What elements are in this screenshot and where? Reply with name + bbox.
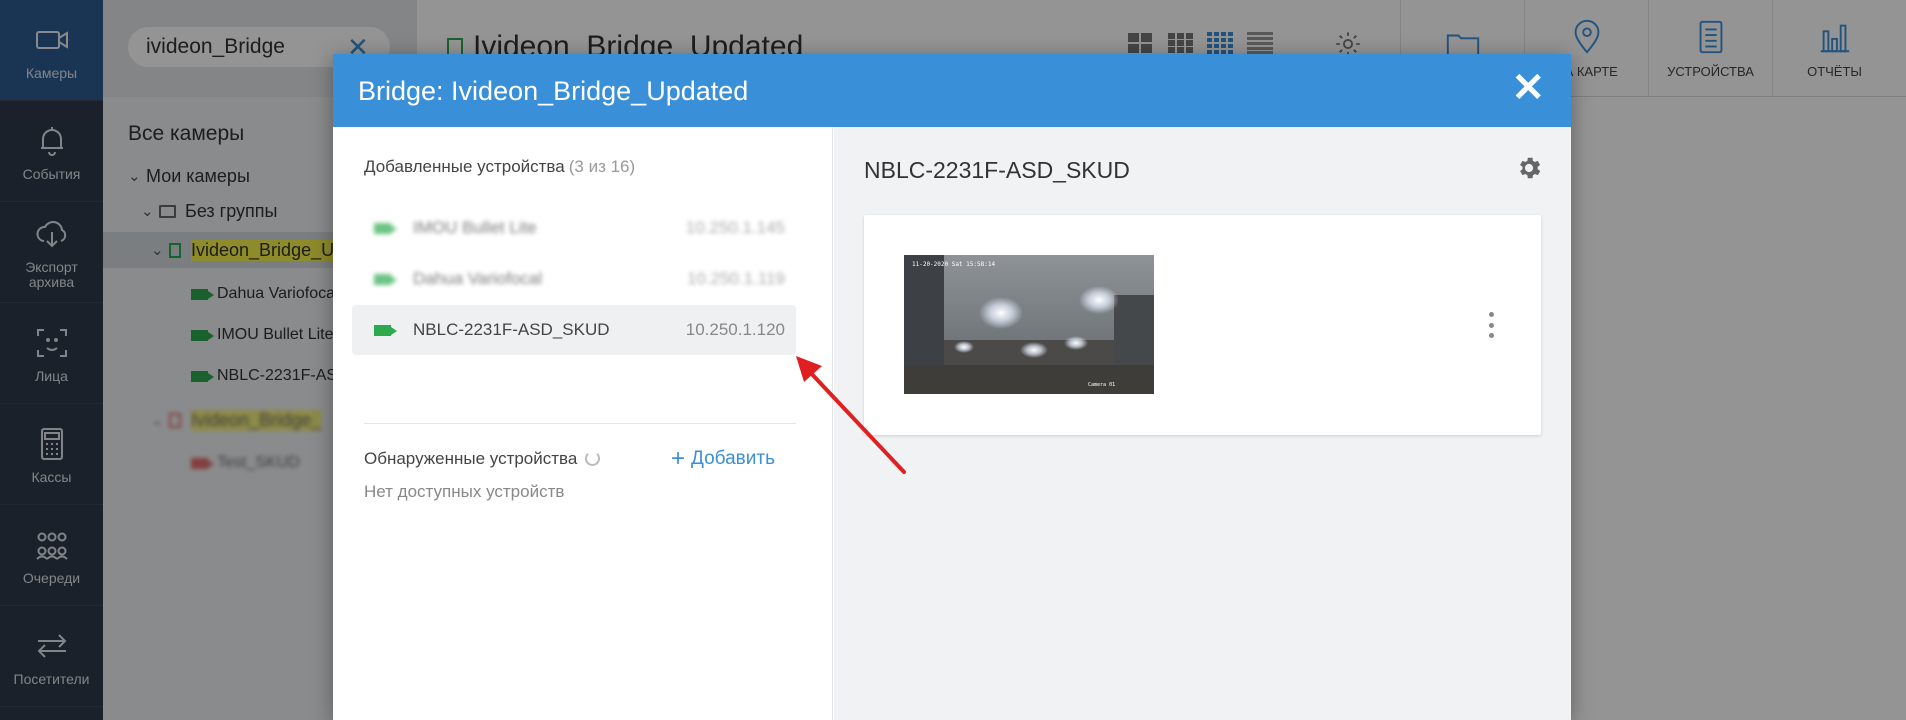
device-row[interactable]: Dahua Variofocal 10.250.1.119 xyxy=(352,254,796,304)
added-devices-label: Добавленные устройства xyxy=(364,157,565,176)
camera-online-icon xyxy=(374,222,397,234)
discovered-devices-title: Обнаруженные устройства xyxy=(364,449,601,469)
device-name: NBLC-2231F-ASD_SKUD xyxy=(413,320,610,339)
loading-spinner-icon xyxy=(585,451,601,466)
gear-icon[interactable] xyxy=(1515,154,1543,182)
device-row-selected[interactable]: NBLC-2231F-ASD_SKUD 10.250.1.120 xyxy=(352,305,796,355)
camera-snapshot-image xyxy=(904,255,1154,394)
camera-preview-card: 11-20-2020 Sat 15:58:14 Camera 01 xyxy=(864,215,1541,435)
camera-online-icon xyxy=(374,273,397,285)
dialog-header: Bridge: Ivideon_Bridge_Updated ✕ xyxy=(333,54,1571,127)
more-options-icon[interactable] xyxy=(1488,312,1494,338)
add-device-button[interactable]: + Добавить xyxy=(671,445,775,473)
camera-online-icon xyxy=(374,324,397,336)
added-devices-count: (3 из 16) xyxy=(568,157,636,176)
thumbnail-caption: Camera 01 xyxy=(1088,382,1116,388)
device-name: Dahua Variofocal xyxy=(413,269,543,288)
selected-device-title: NBLC-2231F-ASD_SKUD xyxy=(864,157,1130,183)
annotation-arrow xyxy=(796,356,906,474)
empty-state-text: Нет доступных устройств xyxy=(364,482,565,501)
device-detail-pane: NBLC-2231F-ASD_SKUD 11-20-2020 Sat 15:58… xyxy=(834,127,1571,720)
bridge-dialog: Bridge: Ivideon_Bridge_Updated ✕ Добавле… xyxy=(333,54,1571,720)
device-ip: 10.250.1.120 xyxy=(685,320,785,339)
added-devices-title: Добавленные устройства (3 из 16) xyxy=(364,157,635,177)
close-icon[interactable]: ✕ xyxy=(1511,68,1545,108)
device-name: IMOU Bullet Lite xyxy=(413,218,537,237)
thumbnail-timestamp: 11-20-2020 Sat 15:58:14 xyxy=(912,261,996,268)
device-ip: 10.250.1.145 xyxy=(685,218,785,237)
discovered-devices-label: Обнаруженные устройства xyxy=(364,449,578,468)
device-row[interactable]: IMOU Bullet Lite 10.250.1.145 xyxy=(352,203,796,253)
device-ip: 10.250.1.119 xyxy=(687,269,785,288)
camera-thumbnail[interactable]: 11-20-2020 Sat 15:58:14 Camera 01 xyxy=(904,255,1154,394)
dialog-title: Bridge: Ivideon_Bridge_Updated xyxy=(358,76,749,106)
divider xyxy=(364,423,796,424)
add-label: Добавить xyxy=(691,448,775,469)
device-list-pane: Добавленные устройства (3 из 16) IMOU Bul… xyxy=(333,127,833,720)
plus-icon: + xyxy=(671,445,686,472)
